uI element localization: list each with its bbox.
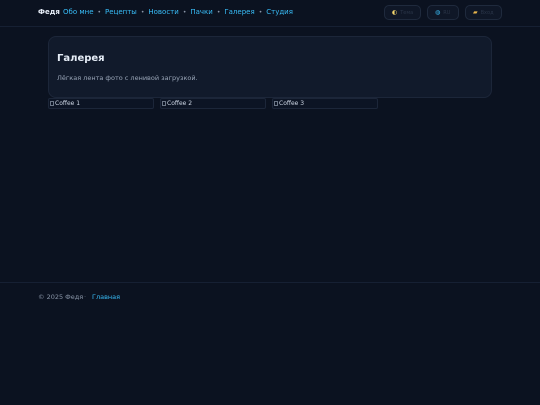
copyright-text: © 2025 Федя: [38, 293, 84, 301]
nav-separator: •: [258, 8, 263, 16]
site-footer: © 2025 Федя · Главная: [0, 282, 540, 313]
image-alt-text: Coffee 3: [279, 100, 305, 107]
broken-image-icon: [162, 101, 166, 106]
folder-button[interactable]: ▰ Вход: [465, 5, 502, 20]
theme-label: Тема: [400, 9, 414, 16]
gallery-card: Галерея Лёгкая лента фото с ленивой загр…: [48, 36, 492, 98]
nav-separator: •: [182, 8, 187, 16]
language-button[interactable]: ◍ RU: [427, 5, 459, 20]
nav-gallery[interactable]: Галерея: [224, 8, 254, 16]
nav-studio[interactable]: Студия: [266, 8, 293, 16]
nav-separator: •: [97, 8, 102, 16]
broken-image-icon: [50, 101, 54, 106]
nav-recipes[interactable]: Рецепты: [105, 8, 137, 16]
language-label: RU: [443, 9, 451, 16]
folder-label: Вход: [480, 9, 494, 16]
site-header: Федя Обо мне • Рецепты • Новости • Пачки…: [0, 0, 540, 27]
image-alt-text: Coffee 1: [55, 100, 81, 107]
nav-packs[interactable]: Пачки: [190, 8, 212, 16]
nav-about[interactable]: Обо мне: [63, 8, 94, 16]
brand-logo[interactable]: Федя: [38, 8, 60, 16]
gallery-image[interactable]: Coffee 2: [160, 98, 266, 109]
page: Федя Обо мне • Рецепты • Новости • Пачки…: [0, 0, 540, 405]
nav-separator: •: [140, 8, 145, 16]
broken-image-icon: [274, 101, 278, 106]
main-nav: Обо мне • Рецепты • Новости • Пачки • Га…: [63, 8, 293, 16]
nav-separator: •: [216, 8, 221, 16]
nav-news[interactable]: Новости: [148, 8, 178, 16]
half-moon-icon: ◐: [392, 9, 398, 16]
theme-toggle-button[interactable]: ◐ Тема: [384, 5, 421, 20]
page-subtitle: Лёгкая лента фото с ленивой загрузкой.: [57, 74, 198, 82]
gallery-image[interactable]: Coffee 3: [272, 98, 378, 109]
footer-home-link[interactable]: Главная: [92, 293, 120, 301]
folder-icon: ▰: [473, 9, 478, 16]
image-alt-text: Coffee 2: [167, 100, 193, 107]
page-title: Галерея: [57, 53, 105, 64]
globe-icon: ◍: [435, 9, 441, 16]
gallery-image[interactable]: Coffee 1: [48, 98, 154, 109]
footer-separator: ·: [84, 293, 87, 301]
